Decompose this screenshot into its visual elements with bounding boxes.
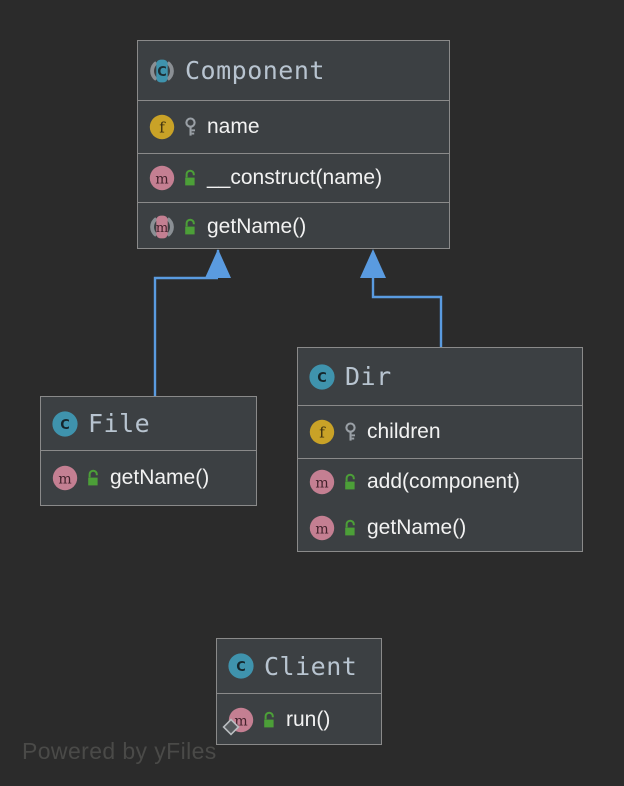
member-row[interactable]: m getName() [138,203,449,248]
inheritance-arrow-icon [205,249,231,278]
method-icon: m [308,468,336,496]
member-row[interactable]: m __construct(name) [138,154,449,202]
member-label: __construct(name) [207,166,383,189]
class-node-file[interactable]: C File m getName() [40,396,257,506]
method-icon: m [222,706,255,736]
class-header-client: C Client [217,639,381,694]
member-row[interactable]: m getName() [298,505,582,551]
member-row[interactable]: f name [138,101,449,153]
attributes-compartment-component: f name [138,101,449,153]
svg-text:m: m [155,171,168,187]
svg-text:m: m [315,475,328,491]
method-icon: m [51,464,79,492]
class-name-component: Component [185,56,325,85]
class-icon: C [51,410,79,438]
svg-text:m: m [315,521,328,537]
svg-text:m: m [58,471,71,487]
class-header-file: C File [41,397,256,451]
member-label: getName() [110,466,210,489]
unlocked-padlock-icon [182,217,199,237]
operations-compartment-component-1: m __construct(name) [138,153,449,202]
method-icon: m [308,514,336,542]
operations-compartment-component-2: m getName() [138,202,449,248]
svg-text:C: C [317,371,327,386]
key-icon [342,422,359,442]
operations-compartment-dir: m add(component) m getName() [298,458,582,551]
field-icon: f [148,113,176,141]
class-name-client: Client [264,651,358,681]
abstract-class-icon: C [148,57,176,85]
method-icon: m [148,164,176,192]
class-name-dir: Dir [345,362,392,391]
svg-text:C: C [60,418,70,433]
edge-file-extends-component [153,249,231,396]
class-header-dir: C Dir [298,348,582,406]
svg-text:C: C [236,660,246,675]
svg-text:m: m [156,221,168,236]
unlocked-padlock-icon [261,710,278,730]
member-row[interactable]: m add(component) [298,459,582,505]
operations-compartment-file: m getName() [41,451,256,505]
unlocked-padlock-icon [342,518,359,538]
inheritance-arrow-icon [360,249,386,278]
class-icon: C [227,652,255,680]
member-label: getName() [367,516,467,539]
operations-compartment-client: m run() [217,694,381,744]
member-label: add(component) [367,470,520,493]
member-label: name [207,115,260,138]
member-label: run() [286,708,331,731]
member-row[interactable]: f children [298,406,582,458]
member-row[interactable]: m getName() [41,451,256,505]
edge-dir-extends-component [360,249,443,347]
class-name-file: File [88,409,151,438]
member-row[interactable]: m run() [217,694,381,744]
class-node-client[interactable]: C Client m run() [216,638,382,745]
key-icon [182,117,199,137]
class-header-component: C Component [138,41,449,101]
class-node-dir[interactable]: C Dir f children m add(component) m getN… [297,347,583,552]
unlocked-padlock-icon [342,472,359,492]
class-node-component[interactable]: C Component f name m __construct(name) m… [137,40,450,249]
unlocked-padlock-icon [182,168,199,188]
field-icon: f [308,418,336,446]
member-label: children [367,420,441,443]
attributes-compartment-dir: f children [298,406,582,458]
unlocked-padlock-icon [85,468,102,488]
svg-text:C: C [157,65,167,80]
member-label: getName() [207,215,307,238]
yfiles-watermark: Powered by yFiles [22,738,217,764]
abstract-method-icon: m [148,213,176,241]
diagram-canvas[interactable]: C Component f name m __construct(name) m… [0,0,624,786]
class-icon: C [308,363,336,391]
diamond-handle-icon[interactable] [222,718,240,736]
